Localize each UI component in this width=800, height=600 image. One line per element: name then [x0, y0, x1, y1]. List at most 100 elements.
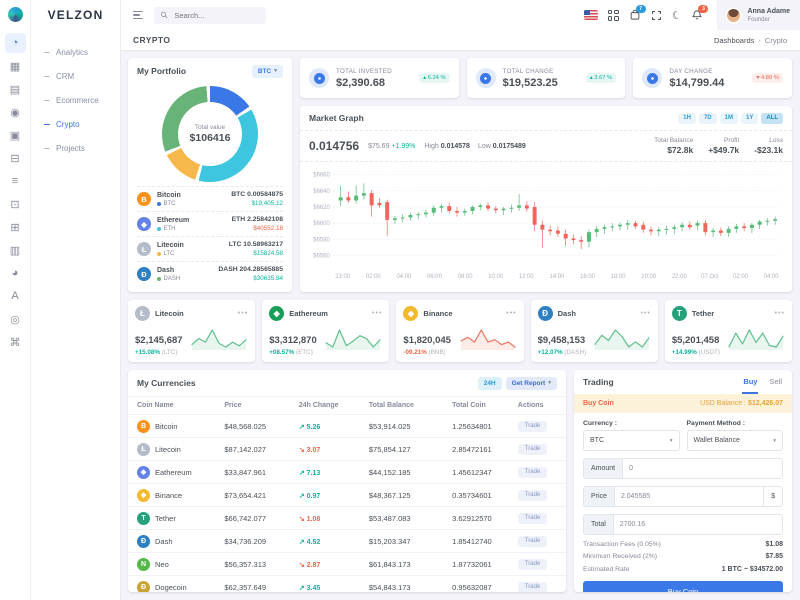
range-button-1h[interactable]: 1H — [678, 112, 696, 124]
card-menu-button[interactable]: ••• — [640, 310, 650, 316]
portfolio-currency-select[interactable]: BTC ▾ — [251, 64, 283, 78]
get-report-button[interactable]: Get Report ▾ — [505, 376, 557, 390]
coin-litecoin-icon: Ł — [135, 306, 150, 321]
coin-binance-icon: ◆ — [137, 488, 150, 502]
search-box[interactable] — [154, 6, 266, 24]
coin-card-body: $5,201,458 +14.99% (USDT) — [672, 325, 785, 356]
currencies-table-head: Coin Name Price 24h Change Total Balance Tot… — [128, 396, 566, 415]
payment-method-select[interactable]: Wallet Balance ▾ — [686, 430, 783, 451]
search-input[interactable] — [172, 9, 260, 21]
coin-card-body: $9,458,153 +12.07% (DASH) — [538, 325, 651, 356]
rail-multi-level-icon[interactable]: ⌘ — [5, 332, 26, 352]
stat-card-day-change: DAY CHANGE $14,799.44 ▾ 4.80 % — [633, 58, 793, 98]
card-menu-button[interactable]: ••• — [238, 310, 248, 316]
rail-layouts-icon[interactable]: ▤ — [5, 79, 26, 99]
fullscreen-button[interactable] — [651, 10, 662, 21]
sidebar-item-crypto[interactable]: Crypto — [44, 112, 120, 136]
trade-button[interactable]: Trade — [517, 466, 548, 478]
coin-litecoin-icon: Ł — [137, 442, 150, 456]
trade-button[interactable]: Trade — [517, 512, 548, 524]
hamburger-menu-icon[interactable] — [133, 11, 143, 19]
svg-text:02:00: 02:00 — [366, 274, 382, 280]
portfolio-asset-litecoin: Ł Litecoin LTC LTC 10.58963217 $15824.58 — [137, 236, 283, 261]
language-flag-button[interactable] — [583, 10, 598, 20]
rail-authentication-icon[interactable]: ◉ — [5, 102, 26, 122]
change-percent: +14.99% — [671, 349, 699, 356]
range-button-1y[interactable]: 1Y — [740, 112, 759, 124]
svg-text:08:00: 08:00 — [458, 274, 474, 280]
trade-button[interactable]: Trade — [517, 581, 548, 592]
trade-button[interactable]: Trade — [517, 443, 548, 455]
coin-card-sparkline — [459, 325, 517, 356]
card-menu-button[interactable]: ••• — [372, 310, 382, 316]
trade-button[interactable]: Trade — [517, 420, 548, 432]
user-menu[interactable]: Anna Adame Founder — [717, 0, 800, 30]
range-button-all[interactable]: ALL — [761, 112, 783, 124]
cart-button[interactable]: 7 — [629, 5, 646, 21]
market-loss: Loss -$23.1k — [754, 137, 783, 155]
portfolio-assets-list: B Bitcoin BTC BTC 0.00584875 $19,405.12 ◆ Ethe… — [128, 186, 292, 286]
app-logo-icon[interactable] — [7, 7, 23, 22]
card-menu-button[interactable]: ••• — [506, 310, 516, 316]
rail-advance-ui-icon[interactable]: ⊡ — [5, 194, 26, 214]
change-cell: ↗ 0.97 — [298, 483, 369, 507]
asset-ticker: ETH — [157, 226, 189, 232]
trade-button[interactable]: Trade — [517, 558, 548, 570]
change-value: ↗ 3.45 — [298, 584, 321, 592]
column-header-coin-name: Coin Name — [128, 396, 225, 415]
change-pair: (DASH) — [564, 349, 587, 356]
sidebar-item-label: Crypto — [56, 119, 80, 129]
rail-landing-icon[interactable]: ⊟ — [5, 148, 26, 168]
sidebar-item-crm[interactable]: CRM — [44, 64, 120, 88]
sidebar-item-analytics[interactable]: Analytics — [44, 40, 120, 64]
range-24h-button[interactable]: 24H — [477, 376, 502, 390]
trade-button[interactable]: Trade — [517, 535, 548, 547]
rail-icons-icon[interactable]: A — [5, 286, 26, 306]
rail-forms-icon[interactable]: ▥ — [5, 240, 26, 260]
sidebar-item-projects[interactable]: Projects — [44, 136, 120, 160]
asset-names: Dash DASH — [157, 266, 180, 282]
coin-card-litecoin: Ł Litecoin ••• $2,145,687 +15.08% (LTC) — [128, 300, 256, 362]
brand-logo[interactable]: VELZON — [31, 0, 120, 30]
card-menu-button[interactable]: ••• — [775, 310, 785, 316]
rail-pages-icon[interactable]: ▣ — [5, 125, 26, 145]
coin-card-name: Dash — [557, 309, 576, 318]
apps-grid-button[interactable] — [607, 9, 619, 21]
price-input[interactable] — [614, 487, 764, 506]
notifications-button[interactable]: 3 — [691, 5, 709, 21]
breadcrumb-parent[interactable]: Dashboards — [714, 36, 754, 45]
rail-apps-icon[interactable]: ▦ — [5, 56, 26, 76]
change-value: ↗ 0.97 — [298, 492, 321, 500]
rail-base-ui-icon[interactable]: ≡ — [5, 171, 26, 191]
amount-input[interactable] — [623, 459, 782, 478]
rail-charts-icon[interactable]: ◕ — [5, 263, 26, 283]
stat-change-badge: ▴ 3.67 % — [585, 73, 617, 83]
rail-widgets-icon[interactable]: ⊞ — [5, 217, 26, 237]
trade-button[interactable]: Trade — [517, 489, 548, 501]
fullscreen-icon — [651, 10, 661, 20]
market-total-balance: Total Balance $72.8k — [654, 137, 694, 155]
rail-dashboards-icon[interactable]: ◔ — [4, 33, 26, 53]
dark-mode-button[interactable]: ☾ — [671, 9, 683, 23]
tab-sell[interactable]: Sell — [768, 370, 783, 394]
total-coin-cell: 3.62912570 — [452, 506, 518, 530]
sidebar-item-ecommerce[interactable]: Ecommerce — [44, 88, 120, 112]
range-button-7d[interactable]: 7D — [698, 112, 717, 124]
price-cell: $48,568.025 — [224, 414, 299, 438]
total-input[interactable] — [613, 515, 782, 534]
coin-card-change: +15.08% (LTC) — [135, 349, 183, 356]
tab-buy[interactable]: Buy — [742, 370, 759, 394]
stat-value: $2,390.68 — [336, 76, 385, 89]
transaction-fees-row: Transaction Fees (0.05%) $1.08 — [583, 540, 783, 548]
coin-card-eathereum: ◆ Eathereum ••• $3,312,870 +08.57% (ETC) — [262, 300, 390, 362]
currency-select[interactable]: BTC ▾ — [583, 430, 680, 451]
asset-name: Litecoin — [157, 242, 184, 250]
table-row-binance: ◆ Binance $73,654.421 ↗ 0.97 $48,367.125 0.35… — [128, 483, 566, 507]
range-button-1m[interactable]: 1M — [719, 112, 738, 124]
buy-coin-button[interactable]: Buy Coin — [583, 580, 783, 592]
asset-values: DASH 204.28565885 $30635.84 — [218, 266, 283, 282]
total-balance-cell: $53,914.025 — [368, 414, 453, 438]
price-cell: $73,654.421 — [224, 483, 299, 507]
rail-maps-icon[interactable]: ◎ — [5, 309, 26, 329]
stats-row: TOTAL INVESTED $2,390.68 ▴ 6.24 % TOTAL CHA… — [300, 58, 793, 98]
